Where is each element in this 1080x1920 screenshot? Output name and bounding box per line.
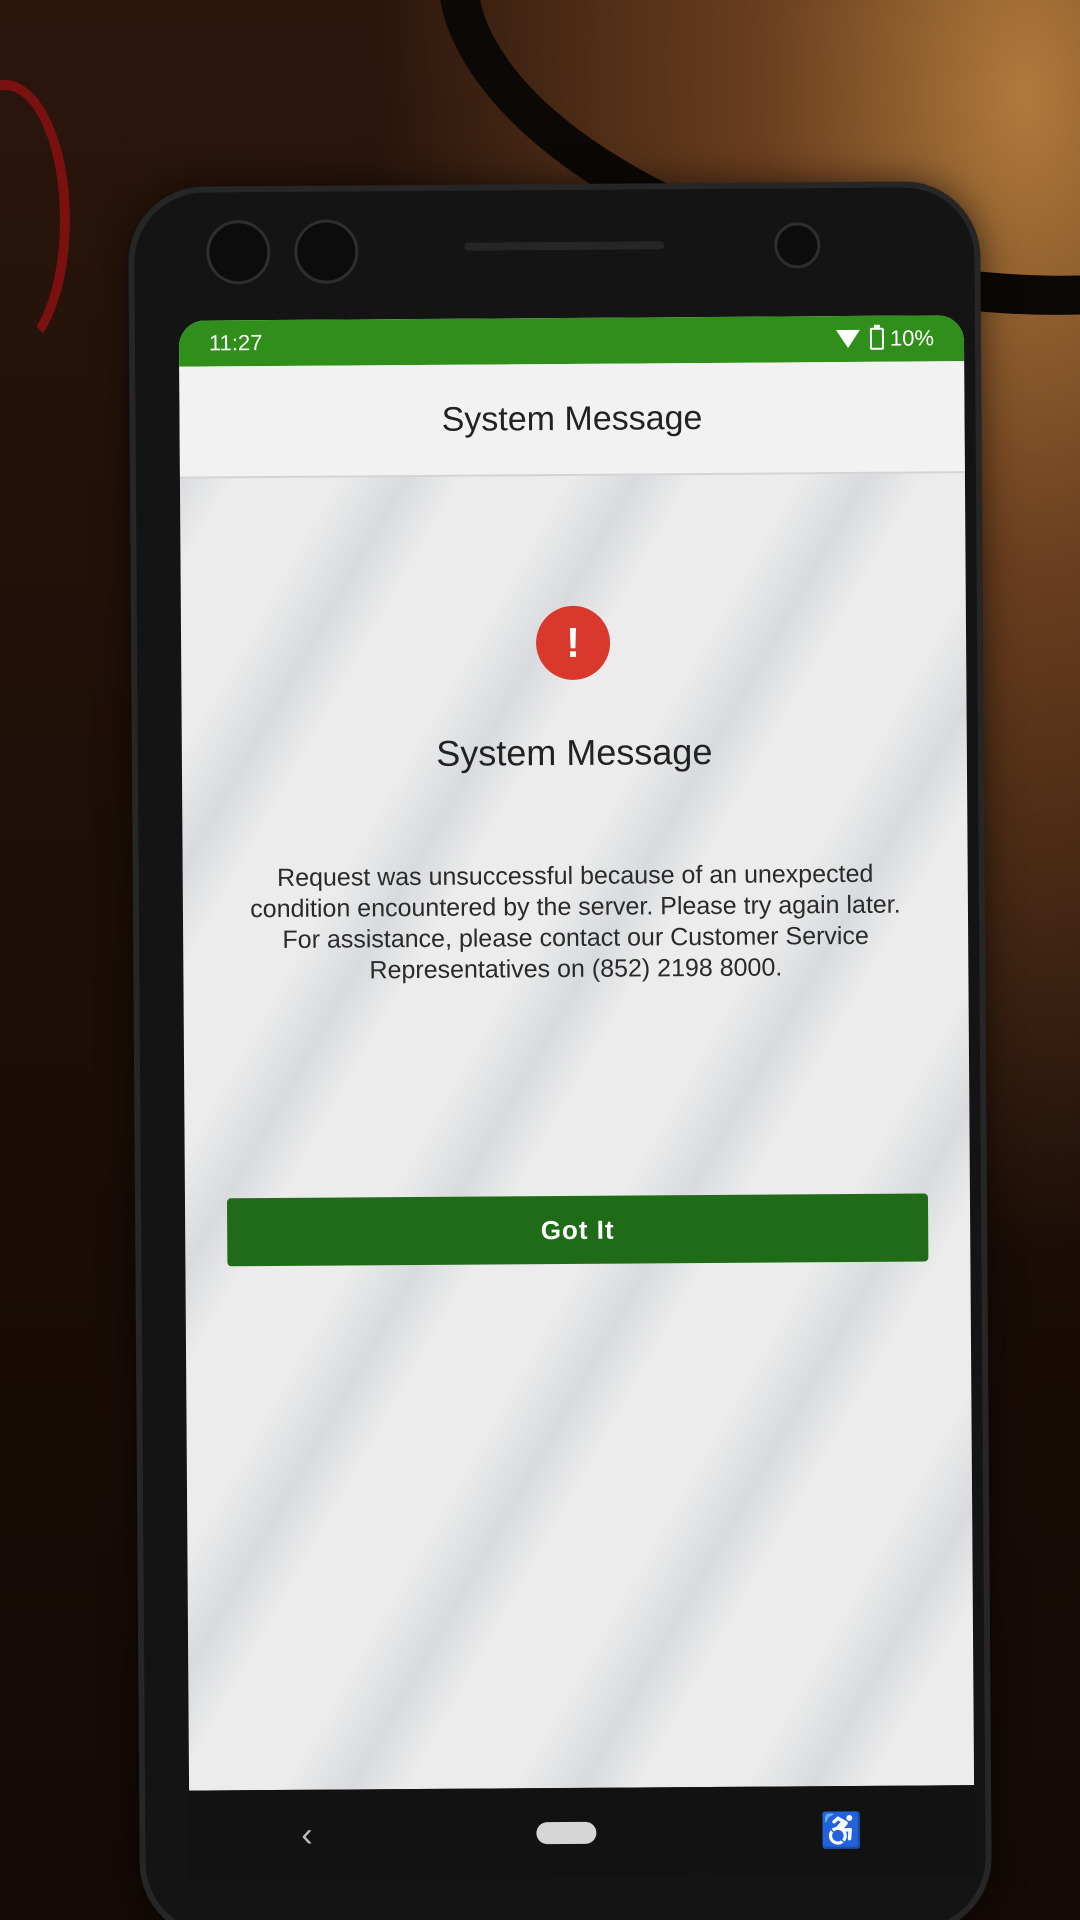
red-cable — [0, 80, 70, 360]
home-pill-icon[interactable] — [536, 1821, 597, 1845]
battery-icon — [869, 327, 885, 350]
app-bar: System Message — [179, 361, 965, 479]
front-camera-icon — [206, 220, 271, 285]
wifi-icon — [835, 329, 860, 349]
screen: 11:27 10% System Message ! System Messag… — [178, 315, 975, 1791]
got-it-button[interactable]: Got It — [226, 1193, 929, 1267]
navigation-bar: ‹ ♿ — [189, 1785, 975, 1881]
back-icon[interactable]: ‹ — [301, 1815, 313, 1854]
phone-device: 11:27 10% System Message ! System Messag… — [133, 187, 987, 1920]
message-body: Request was unsuccessful because of an u… — [250, 859, 901, 985]
page-title: System Message — [441, 398, 703, 439]
background-scene: 11:27 10% System Message ! System Messag… — [0, 0, 1080, 1920]
front-sensor-icon — [294, 219, 359, 284]
earpiece-speaker — [464, 241, 665, 251]
proximity-sensor-icon — [774, 222, 821, 269]
alert-icon: ! — [535, 605, 611, 681]
status-indicators: 10% — [835, 325, 935, 352]
message-content: ! System Message Request was unsuccessfu… — [179, 473, 975, 1791]
status-time: 11:27 — [208, 330, 263, 356]
battery-level: 10% — [889, 325, 935, 351]
status-bar: 11:27 10% — [178, 315, 965, 367]
accessibility-icon[interactable]: ♿ — [820, 1811, 863, 1851]
message-title: System Message — [436, 730, 713, 774]
